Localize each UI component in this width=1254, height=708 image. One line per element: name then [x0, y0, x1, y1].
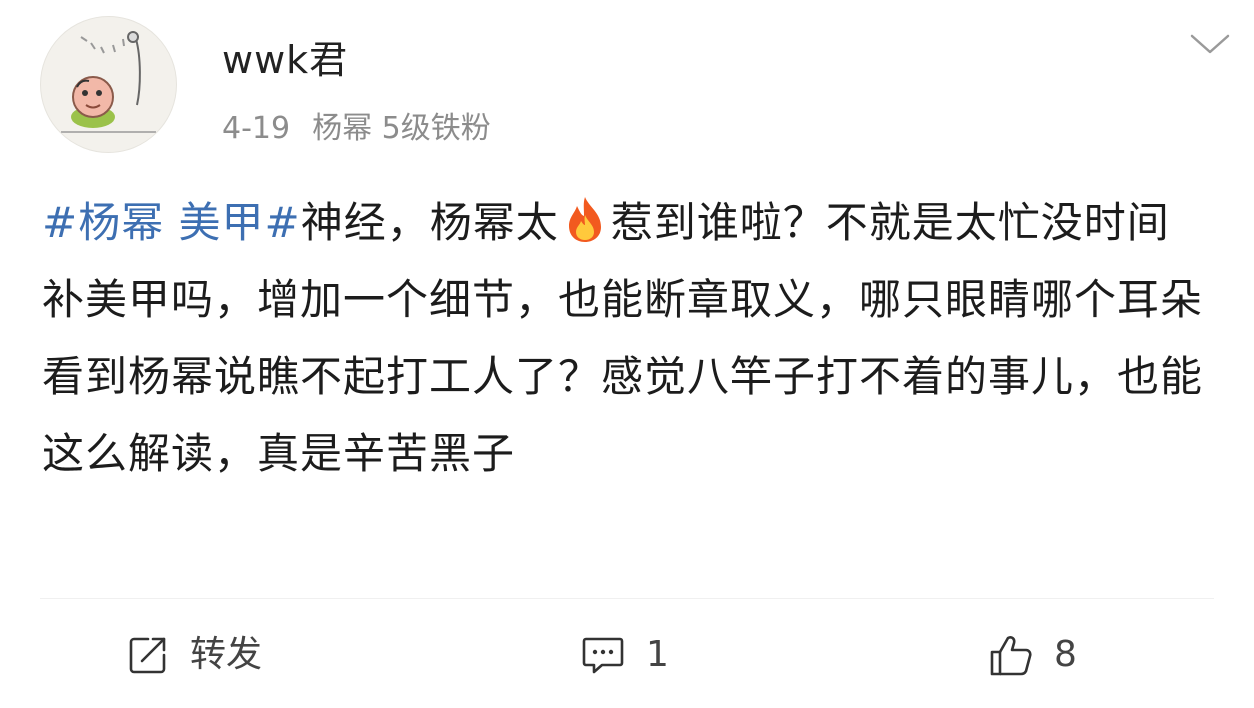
repost-button[interactable]: 转发 — [126, 622, 262, 688]
like-button[interactable]: 8 — [988, 622, 1077, 688]
author-name[interactable]: wwk君 — [222, 34, 348, 86]
action-bar: 转发 1 8 — [0, 622, 1254, 688]
comment-count: 1 — [646, 634, 669, 675]
repost-label: 转发 — [190, 634, 263, 675]
cartoon-avatar-icon — [61, 31, 156, 133]
weibo-post-card: wwk君 4-19 杨幂 5级铁粉 #杨幂 美甲#神经，杨幂太 惹到谁啦？不就是太忙… — [0, 0, 1254, 708]
avatar[interactable] — [40, 16, 177, 153]
fan-badge[interactable]: 杨幂 5级铁粉 — [312, 111, 491, 146]
actions-divider — [40, 598, 1214, 599]
fire-icon — [568, 197, 601, 242]
post-content: #杨幂 美甲#神经，杨幂太 惹到谁啦？不就是太忙没时间补美甲吗，增加一个细节，也能… — [42, 184, 1212, 492]
more-options-button[interactable] — [1188, 30, 1232, 60]
chevron-down-icon — [1190, 34, 1230, 54]
post-date: 4-19 — [222, 111, 291, 146]
comment-button[interactable]: 1 — [580, 622, 669, 688]
thumbs-up-icon — [990, 636, 1032, 676]
like-count: 8 — [1054, 634, 1077, 675]
hashtag-link[interactable]: #杨幂 美甲# — [42, 198, 301, 247]
content-text-1: 神经，杨幂太 — [300, 198, 559, 247]
post-meta: 4-19 杨幂 5级铁粉 — [222, 108, 491, 150]
comment-icon — [582, 637, 624, 674]
repost-icon — [129, 637, 166, 674]
